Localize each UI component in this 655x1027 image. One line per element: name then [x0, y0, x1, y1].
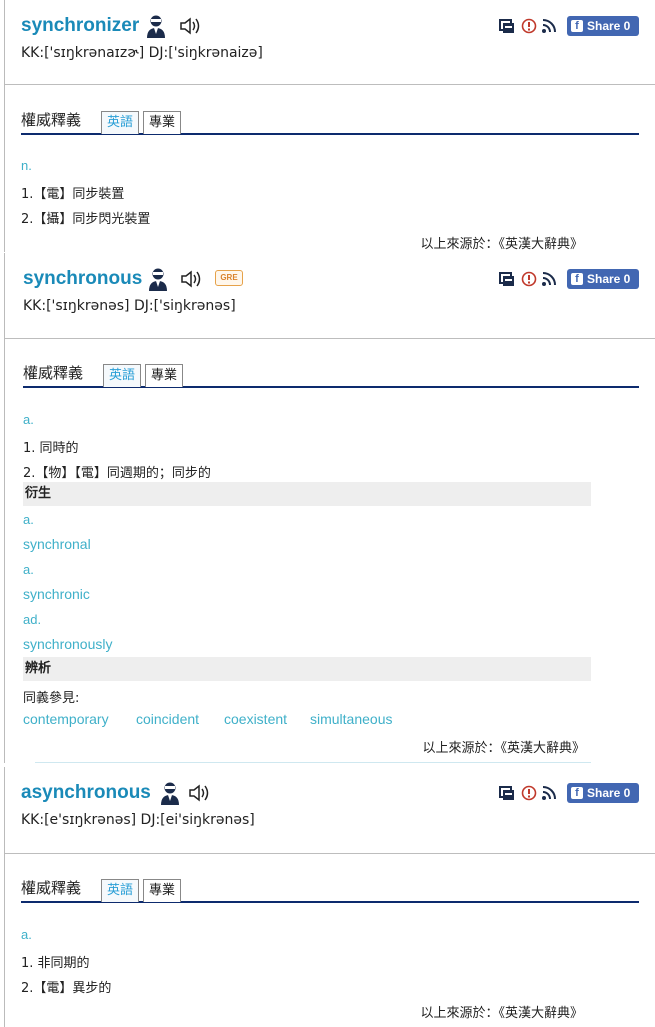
speaker-icon[interactable]: [180, 269, 204, 289]
facebook-share-button[interactable]: f Share 0: [567, 16, 639, 36]
headword: synchronous: [23, 268, 143, 289]
share-label: Share 0: [587, 19, 631, 33]
headword: asynchronous: [21, 782, 151, 803]
report-icon[interactable]: [521, 271, 537, 287]
flashcard-icon[interactable]: [499, 18, 515, 34]
source-note: 以上來源於：《英漢大辭典》: [420, 1006, 583, 1021]
kk-phonetic: KK:[e'sɪŋkrənəs]: [21, 812, 137, 828]
synonym-link[interactable]: coincident: [136, 711, 199, 727]
phonetics: KK:['sɪŋkrənaɪzɚ] DJ:['siŋkrənaizə]: [21, 45, 263, 61]
person-icon[interactable]: [159, 781, 181, 805]
definition-tabs: 權威釋義 英語 專業: [23, 360, 639, 388]
toolbar: f Share 0: [499, 16, 639, 36]
kk-phonetic: KK:['sɪŋkrənaɪzɚ]: [21, 45, 145, 61]
synonyms-label: 同義參見:: [23, 691, 80, 706]
headword: synchronizer: [21, 15, 140, 36]
synonym-link[interactable]: contemporary: [23, 711, 109, 727]
analysis-heading: 辨析: [23, 657, 591, 681]
speaker-icon[interactable]: [188, 783, 212, 803]
speaker-icon[interactable]: [179, 16, 203, 36]
synonym-link[interactable]: simultaneous: [310, 711, 393, 727]
part-of-speech: n.: [21, 158, 32, 173]
divider: [35, 762, 591, 763]
entry-header: asynchronous KK:[e'sɪŋkrənəs] DJ:[ei'siŋ…: [21, 779, 639, 849]
tabs-title: 權威釋義: [21, 111, 82, 129]
entry-header: synchronizer KK:['sɪŋkrənaɪzɚ] DJ:['siŋk…: [21, 12, 639, 82]
phonetics: KK:['sɪŋkrənəs] DJ:['siŋkrənəs]: [23, 298, 236, 314]
rss-icon[interactable]: [541, 271, 557, 287]
divider: [5, 853, 655, 854]
derived-heading: 衍生: [23, 482, 591, 506]
dj-phonetic: DJ:['siŋkrənaizə]: [148, 45, 263, 61]
definition-2: 2.【攝】同步閃光裝置: [21, 212, 151, 227]
derived-word-link[interactable]: synchronously: [23, 636, 113, 652]
tab-english[interactable]: 英語: [103, 364, 142, 387]
definition-tabs: 權威釋義 英語 專業: [21, 107, 639, 135]
gre-badge: GRE: [215, 270, 243, 286]
source-note: 以上來源於：《英漢大辭典》: [420, 237, 583, 252]
source-note: 以上來源於：《英漢大辭典》: [422, 741, 585, 756]
facebook-icon: f: [571, 787, 583, 799]
synonym-link[interactable]: coexistent: [224, 711, 287, 727]
definition-1: 1.【電】同步裝置: [21, 187, 125, 202]
facebook-share-button[interactable]: f Share 0: [567, 783, 639, 803]
entry-header: synchronous GRE KK:['sɪŋkrənəs] DJ:['siŋ…: [21, 265, 639, 335]
divider: [5, 338, 655, 339]
toolbar: f Share 0: [499, 269, 639, 289]
person-icon[interactable]: [145, 14, 167, 38]
tab-professional[interactable]: 專業: [143, 879, 182, 902]
derived-word-link[interactable]: synchronal: [23, 536, 91, 552]
derived-pos: a.: [23, 562, 34, 577]
tabs-title: 權威釋義: [23, 364, 84, 382]
definition-1: 1. 同時的: [23, 441, 79, 456]
rss-icon[interactable]: [541, 18, 557, 34]
flashcard-icon[interactable]: [499, 271, 515, 287]
tab-english[interactable]: 英語: [101, 111, 140, 134]
tab-professional[interactable]: 專業: [145, 364, 184, 387]
report-icon[interactable]: [521, 18, 537, 34]
flashcard-icon[interactable]: [499, 785, 515, 801]
phonetics: KK:[e'sɪŋkrənəs] DJ:[ei'siŋkrənəs]: [21, 812, 255, 828]
derived-pos: ad.: [23, 612, 42, 627]
definition-tabs: 權威釋義 英語 專業: [21, 875, 639, 903]
derived-word-link[interactable]: synchronic: [23, 586, 90, 602]
derived-pos: a.: [23, 512, 34, 527]
definition-1: 1. 非同期的: [21, 956, 90, 971]
facebook-icon: f: [571, 273, 583, 285]
entry-asynchronous: asynchronous KK:[e'sɪŋkrənəs] DJ:[ei'siŋ…: [4, 767, 655, 1027]
facebook-icon: f: [571, 20, 583, 32]
facebook-share-button[interactable]: f Share 0: [567, 269, 639, 289]
share-label: Share 0: [587, 272, 631, 286]
tab-professional[interactable]: 專業: [143, 111, 182, 134]
divider: [5, 84, 655, 85]
report-icon[interactable]: [521, 785, 537, 801]
person-icon[interactable]: [147, 267, 169, 291]
tabs-title: 權威釋義: [21, 879, 82, 897]
part-of-speech: a.: [21, 927, 32, 942]
dj-phonetic: DJ:[ei'siŋkrənəs]: [140, 812, 255, 828]
definition-2: 2.【電】異步的: [21, 981, 112, 996]
toolbar: f Share 0: [499, 783, 639, 803]
kk-phonetic: KK:['sɪŋkrənəs]: [23, 298, 130, 314]
definition-2: 2.【物】【電】同週期的；同步的: [23, 466, 211, 481]
entry-synchronizer: synchronizer KK:['sɪŋkrənaɪzɚ] DJ:['siŋk…: [4, 0, 655, 252]
share-label: Share 0: [587, 786, 631, 800]
tab-english[interactable]: 英語: [101, 879, 140, 902]
dj-phonetic: DJ:['siŋkrənəs]: [133, 298, 236, 314]
entry-synchronous: synchronous GRE KK:['sɪŋkrənəs] DJ:['siŋ…: [4, 253, 655, 763]
rss-icon[interactable]: [541, 785, 557, 801]
part-of-speech: a.: [23, 412, 34, 427]
